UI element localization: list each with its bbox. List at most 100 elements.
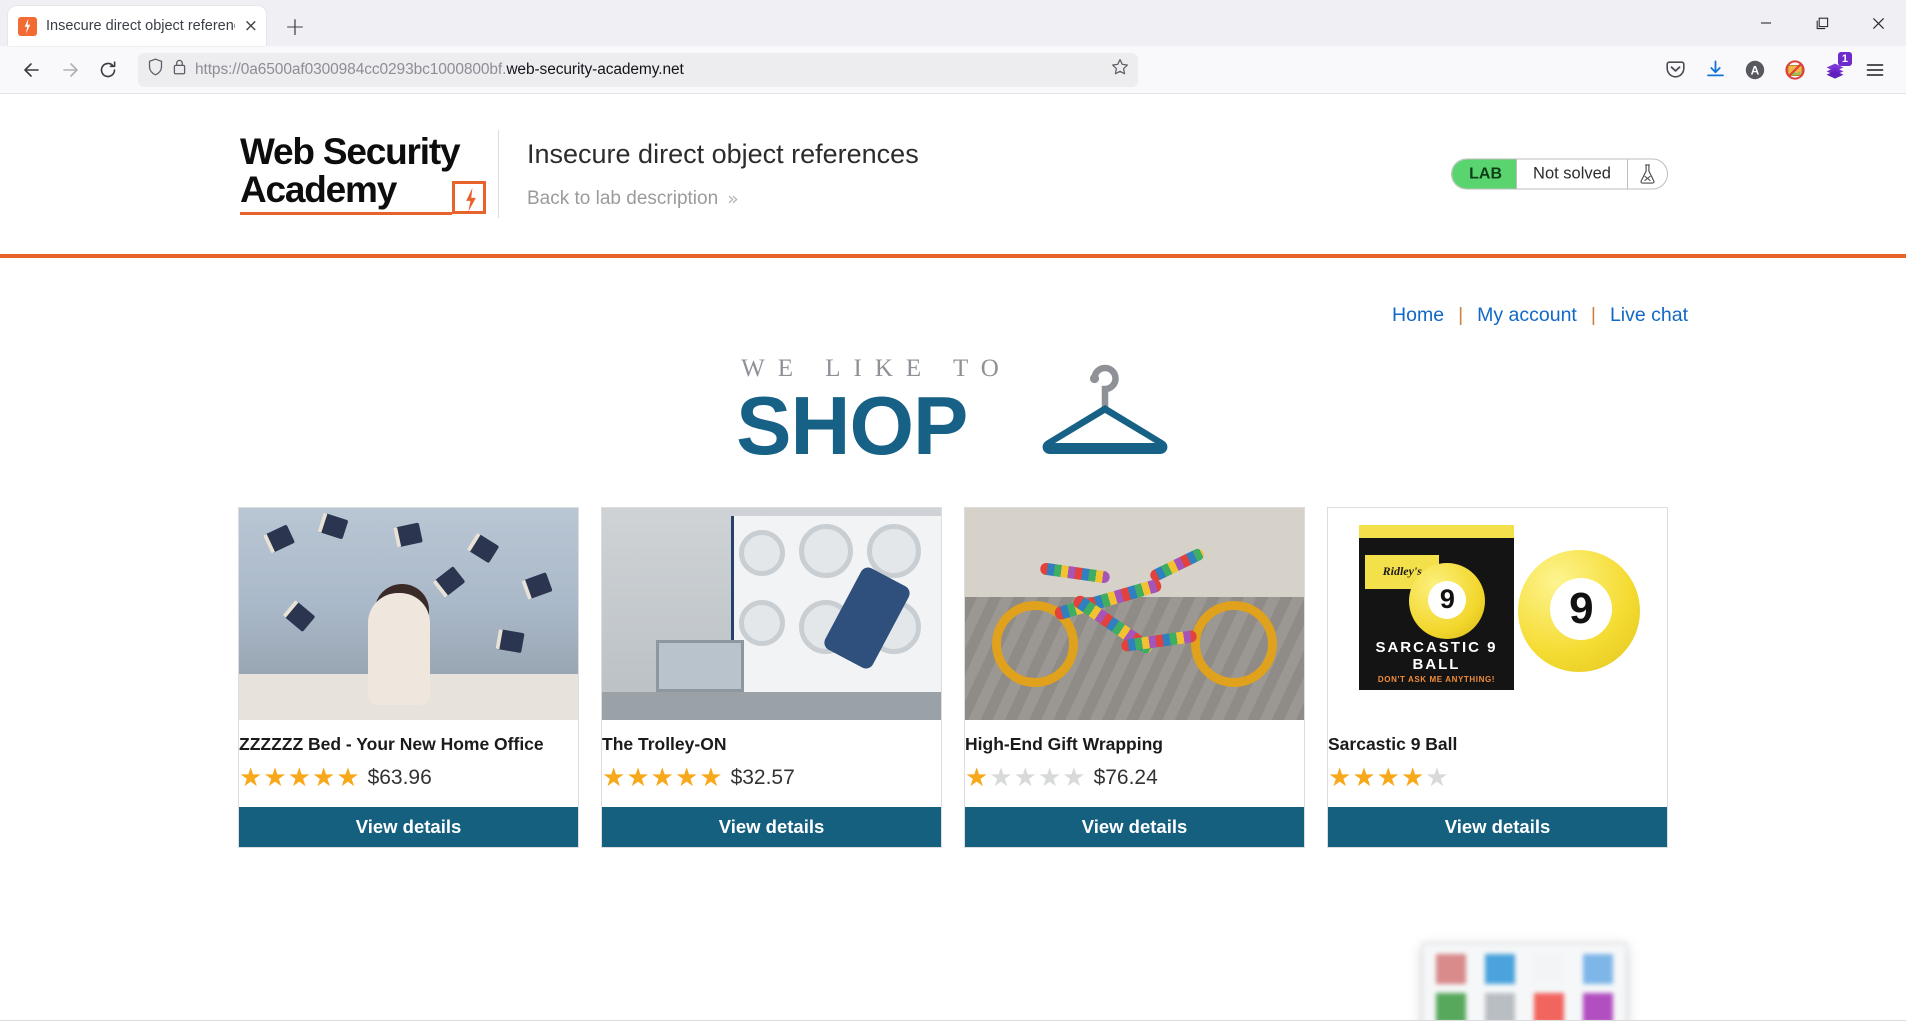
color-swatch[interactable] [1436,992,1467,1021]
color-swatch[interactable] [1582,954,1613,985]
view-details-button[interactable]: View details [1328,807,1667,847]
product-title: The Trolley-ON [602,734,727,754]
star-icon: ★ [311,763,336,793]
back-button[interactable] [14,52,50,88]
product-image-gift-wrapping [965,508,1304,720]
burp-suite-icon [18,16,37,36]
hamburger-menu-icon[interactable] [1858,53,1892,87]
bookmark-star-icon[interactable] [1111,58,1129,81]
url-text[interactable]: https://0a6500af0300984cc0293bc1000800bf… [195,61,1103,79]
view-details-button[interactable]: View details [602,807,941,847]
lab-badge: LAB [1452,159,1517,189]
nav-separator: | [1458,304,1464,326]
product-image-trolley-on [602,508,941,720]
shield-icon[interactable] [147,58,164,81]
minimize-button[interactable] [1738,0,1794,46]
banner-text: WE LIKE TO SHOP [736,355,1012,473]
view-details-button[interactable]: View details [239,807,578,847]
product-rating: ★ ★ ★ ★ ★ $63.96 [239,765,578,791]
toolbar-icons: A 1 [1658,51,1892,87]
back-to-lab-description-link[interactable]: Back to lab description » [527,188,919,210]
web-security-academy-logo[interactable]: Web Security Academy [240,131,498,215]
product-rating: ★ ★ ★ ★ ★ $76.24 [965,765,1304,791]
clothes-hanger-icon [1040,355,1170,465]
star-icon: ★ [1062,763,1086,793]
color-swatch[interactable] [1485,954,1516,985]
color-swatch[interactable] [1436,954,1467,985]
star-icon: ★ [263,763,287,793]
navigation-toolbar: https://0a6500af0300984cc0293bc1000800bf… [0,46,1906,94]
star-icon: ★ [239,763,263,793]
window-controls [1738,0,1906,46]
star-rating: ★ ★ ★ ★ ★ [1328,765,1449,791]
lab-status-widget[interactable]: LAB Not solved [1451,158,1668,190]
product-image-sarcastic-9-ball: Ridley's SARCASTIC 9 BALL DON'T ASK ME A… [1328,508,1667,720]
extension-popup-panel[interactable] [1422,943,1627,1021]
star-icon: ★ [1328,763,1352,793]
box-subcaption: DON'T ASK ME ANYTHING! [1377,674,1496,684]
adblock-icon[interactable] [1778,53,1812,87]
burp-bolt-icon [452,180,486,214]
download-icon[interactable] [1698,53,1732,87]
product-image-zzzzzz-bed [239,508,578,720]
lab-header: Web Security Academy Insecure direct obj… [0,94,1906,254]
extension-icon[interactable]: 1 [1818,51,1852,87]
lab-header-text: Insecure direct object references Back t… [527,139,919,210]
star-icon: ★ [989,763,1013,793]
address-bar[interactable]: https://0a6500af0300984cc0293bc1000800bf… [138,52,1138,87]
shop-banner: WE LIKE TO SHOP [0,355,1906,473]
reload-button[interactable] [90,52,126,88]
nav-link-live-chat[interactable]: Live chat [1610,304,1688,327]
svg-text:A: A [1751,63,1760,77]
new-tab-button[interactable]: + [276,7,314,45]
star-icon: ★ [1013,763,1037,793]
star-icon: ★ [1352,763,1376,793]
star-icon: ★ [626,763,650,793]
flask-icon[interactable] [1627,159,1667,189]
shop-navigation: Home | My account | Live chat [0,258,1906,327]
logo-underline [240,211,452,215]
nav-separator: | [1590,304,1596,326]
status-badge: Not solved [1516,159,1627,189]
pocket-icon[interactable] [1658,53,1692,87]
nav-link-home[interactable]: Home [1392,304,1444,327]
logo-line-2: Academy [240,169,397,210]
account-icon[interactable]: A [1738,53,1772,87]
color-swatch[interactable] [1533,954,1564,985]
star-icon: ★ [674,763,699,793]
browser-tab[interactable]: Insecure direct object references × [8,6,266,46]
star-icon: ★ [1037,763,1062,793]
product-grid: ZZZZZZ Bed - Your New Home Office ★ ★ ★ … [0,507,1906,848]
chevron-double-right-icon: » [727,187,739,210]
color-swatch[interactable] [1485,992,1516,1021]
color-swatch[interactable] [1533,992,1564,1021]
star-icon: ★ [1400,763,1425,793]
page-title: Insecure direct object references [527,138,919,169]
product-card[interactable]: The Trolley-ON ★ ★ ★ ★ ★ $32.57 View det… [601,507,942,848]
product-card[interactable]: ZZZZZZ Bed - Your New Home Office ★ ★ ★ … [238,507,579,848]
star-icon: ★ [602,763,626,793]
lock-icon[interactable] [172,58,187,81]
back-link-label: Back to lab description [527,187,719,209]
close-button[interactable] [1850,0,1906,46]
star-rating: ★ ★ ★ ★ ★ [602,765,723,791]
header-divider [498,130,499,218]
product-title: Sarcastic 9 Ball [1328,734,1458,754]
logo-line-1: Web Security [240,131,461,173]
product-title: High-End Gift Wrapping [965,734,1163,754]
nav-link-my-account[interactable]: My account [1477,304,1577,327]
product-rating: ★ ★ ★ ★ ★ $32.57 [602,765,941,791]
color-swatch[interactable] [1582,992,1613,1021]
star-icon: ★ [1425,763,1449,793]
product-card[interactable]: High-End Gift Wrapping ★ ★ ★ ★ ★ $76.24 … [964,507,1305,848]
maximize-button[interactable] [1794,0,1850,46]
banner-headline: SHOP [736,379,968,473]
close-icon[interactable]: × [244,17,258,35]
star-icon: ★ [650,763,674,793]
view-details-button[interactable]: View details [965,807,1304,847]
url-scheme-host: https://0a6500af0300984cc0293bc1000800bf… [195,60,507,78]
product-card[interactable]: Ridley's SARCASTIC 9 BALL DON'T ASK ME A… [1327,507,1668,848]
forward-button[interactable] [52,52,88,88]
product-price: $76.24 [1093,766,1158,789]
product-price: $32.57 [730,766,795,789]
